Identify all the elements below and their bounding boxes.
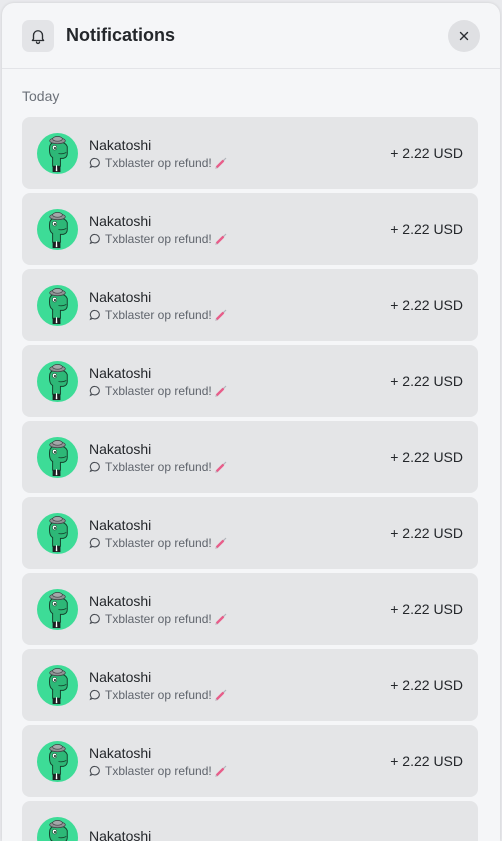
notification-message: Txblaster op refund! bbox=[89, 536, 228, 550]
message-text: Txblaster op refund! bbox=[105, 611, 212, 626]
dinosaur-avatar bbox=[37, 664, 78, 706]
syringe-emoji bbox=[214, 156, 228, 170]
chat-bubble-icon bbox=[89, 537, 101, 549]
notification-text: Nakatoshi Txblaster op refund! bbox=[89, 593, 228, 626]
notification-amount: + 2.22 USD bbox=[390, 449, 463, 465]
sender-name: Nakatoshi bbox=[89, 668, 152, 685]
notification-item[interactable]: Nakatoshi Txblaster op refund! + 2.22 US… bbox=[22, 649, 478, 721]
dinosaur-avatar bbox=[37, 284, 78, 326]
dinosaur-avatar bbox=[37, 512, 78, 554]
notification-item[interactable]: Nakatoshi Txblaster op refund! + 2.22 US… bbox=[22, 117, 478, 189]
notification-message: Txblaster op refund! bbox=[89, 688, 228, 702]
notification-amount: + 2.22 USD bbox=[390, 677, 463, 693]
notification-amount: + 2.22 USD bbox=[390, 753, 463, 769]
message-text: Txblaster op refund! bbox=[105, 687, 212, 702]
notification-amount: + 2.22 USD bbox=[390, 601, 463, 617]
close-icon bbox=[459, 31, 469, 40]
notification-item[interactable]: Nakatoshi Txblaster op refund! + 2.22 US… bbox=[22, 269, 478, 341]
notifications-panel: Notifications Today Nakatoshi Txblaster … bbox=[2, 3, 500, 841]
chat-bubble-icon bbox=[89, 309, 101, 321]
notification-item[interactable]: Nakatoshi Txblaster op refund! + 2.22 US… bbox=[22, 193, 478, 265]
chat-bubble-icon bbox=[89, 157, 101, 169]
syringe-emoji bbox=[214, 612, 228, 626]
dinosaur-avatar bbox=[37, 436, 78, 478]
notification-message: Txblaster op refund! bbox=[89, 384, 228, 398]
notification-item[interactable]: Nakatoshi Txblaster op refund! + 2.22 US… bbox=[22, 573, 478, 645]
sender-name: Nakatoshi bbox=[89, 440, 152, 457]
sender-name: Nakatoshi bbox=[89, 827, 152, 841]
message-text: Txblaster op refund! bbox=[105, 307, 212, 322]
message-text: Txblaster op refund! bbox=[105, 459, 212, 474]
notification-text: Nakatoshi Txblaster op refund! bbox=[89, 289, 228, 322]
bell-icon bbox=[22, 19, 54, 52]
sender-name: Nakatoshi bbox=[89, 136, 152, 153]
panel-header: Notifications bbox=[2, 3, 500, 69]
notification-list: Nakatoshi Txblaster op refund! + 2.22 US… bbox=[2, 117, 500, 841]
dinosaur-avatar bbox=[37, 132, 78, 174]
syringe-emoji bbox=[214, 764, 228, 778]
notification-message: Txblaster op refund! bbox=[89, 156, 228, 170]
panel-title: Notifications bbox=[66, 25, 176, 45]
syringe-emoji bbox=[214, 308, 228, 322]
sender-name: Nakatoshi bbox=[89, 288, 152, 305]
notification-text: Nakatoshi bbox=[89, 828, 151, 841]
notification-amount: + 2.22 USD bbox=[390, 145, 463, 161]
syringe-emoji bbox=[214, 232, 228, 246]
syringe-emoji bbox=[214, 384, 228, 398]
chat-bubble-icon bbox=[89, 385, 101, 397]
message-text: Txblaster op refund! bbox=[105, 763, 212, 778]
chat-bubble-icon bbox=[89, 461, 101, 473]
notification-message: Txblaster op refund! bbox=[89, 764, 228, 778]
notification-amount: + 2.22 USD bbox=[390, 297, 463, 313]
notification-text: Nakatoshi Txblaster op refund! bbox=[89, 669, 228, 702]
sender-name: Nakatoshi bbox=[89, 744, 152, 761]
sender-name: Nakatoshi bbox=[89, 212, 152, 229]
notification-amount: + 2.22 USD bbox=[390, 525, 463, 541]
message-text: Txblaster op refund! bbox=[105, 231, 212, 246]
sender-name: Nakatoshi bbox=[89, 592, 152, 609]
notification-text: Nakatoshi Txblaster op refund! bbox=[89, 441, 228, 474]
message-text: Txblaster op refund! bbox=[105, 383, 212, 398]
dinosaur-avatar bbox=[37, 816, 78, 841]
dinosaur-avatar bbox=[37, 740, 78, 782]
syringe-emoji bbox=[214, 460, 228, 474]
chat-bubble-icon bbox=[89, 765, 101, 777]
notification-item[interactable]: Nakatoshi Txblaster op refund! + 2.22 US… bbox=[22, 725, 478, 797]
notification-message: Txblaster op refund! bbox=[89, 460, 228, 474]
notification-message: Txblaster op refund! bbox=[89, 232, 228, 246]
notification-amount: + 2.22 USD bbox=[390, 221, 463, 237]
notification-item[interactable]: Nakatoshi bbox=[22, 801, 478, 841]
section-label-today: Today bbox=[22, 88, 60, 104]
notification-item[interactable]: Nakatoshi Txblaster op refund! + 2.22 US… bbox=[22, 421, 478, 493]
notification-message: Txblaster op refund! bbox=[89, 612, 228, 626]
notification-text: Nakatoshi Txblaster op refund! bbox=[89, 137, 228, 170]
syringe-emoji bbox=[214, 536, 228, 550]
notification-text: Nakatoshi Txblaster op refund! bbox=[89, 213, 228, 246]
message-text: Txblaster op refund! bbox=[105, 155, 212, 170]
notification-item[interactable]: Nakatoshi Txblaster op refund! + 2.22 US… bbox=[22, 497, 478, 569]
dinosaur-avatar bbox=[37, 208, 78, 250]
notification-amount: + 2.22 USD bbox=[390, 373, 463, 389]
syringe-emoji bbox=[214, 688, 228, 702]
notification-text: Nakatoshi Txblaster op refund! bbox=[89, 745, 228, 778]
notification-item[interactable]: Nakatoshi Txblaster op refund! + 2.22 US… bbox=[22, 345, 478, 417]
notification-message: Txblaster op refund! bbox=[89, 308, 228, 322]
notification-text: Nakatoshi Txblaster op refund! bbox=[89, 517, 228, 550]
dinosaur-avatar bbox=[37, 588, 78, 630]
chat-bubble-icon bbox=[89, 233, 101, 245]
sender-name: Nakatoshi bbox=[89, 364, 152, 381]
chat-bubble-icon bbox=[89, 613, 101, 625]
message-text: Txblaster op refund! bbox=[105, 535, 212, 550]
dinosaur-avatar bbox=[37, 360, 78, 402]
close-button[interactable] bbox=[448, 19, 480, 52]
chat-bubble-icon bbox=[89, 689, 101, 701]
notification-text: Nakatoshi Txblaster op refund! bbox=[89, 365, 228, 398]
sender-name: Nakatoshi bbox=[89, 516, 152, 533]
